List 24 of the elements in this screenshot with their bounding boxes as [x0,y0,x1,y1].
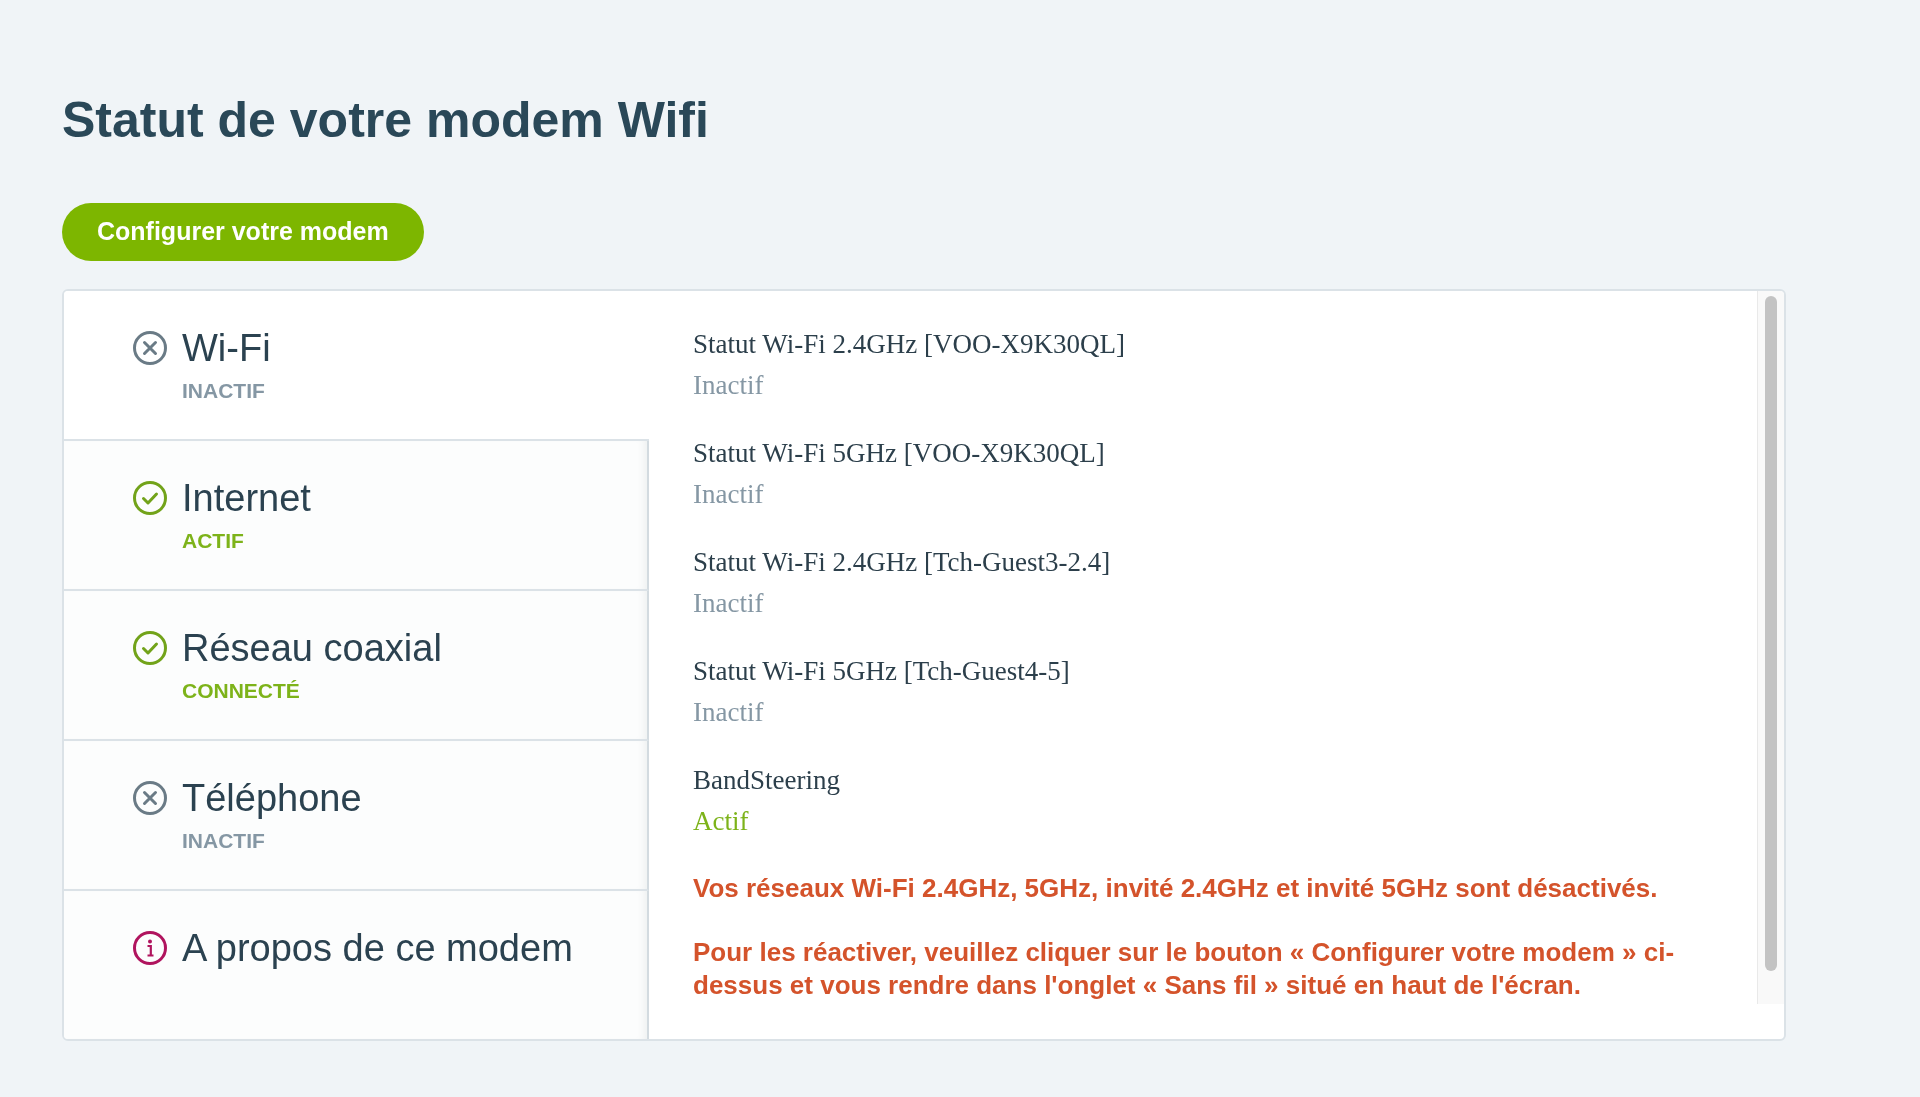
scrollbar[interactable] [1757,291,1784,1004]
check-circle-icon [133,481,167,515]
status-tab[interactable]: Réseau coaxial CONNECTÉ [64,591,649,741]
status-tab[interactable]: A propos de ce modem [64,891,649,1039]
detail-value: Inactif [693,587,764,620]
detail-value: Inactif [693,696,764,729]
warning-text: Pour les réactiver, veuillez cliquer sur le bouton « Configurer votre modem » ci-dessus et vous rendre dans l'onglet « Sans fil » situé en haut de l'écran. [693,936,1676,1002]
x-circle-icon [133,781,167,815]
detail-value: Inactif [693,369,764,402]
warning-text: Vos réseaux Wi-Fi 2.4GHz, 5GHz, invité 2.4GHz et invité 5GHz sont désactivés. [693,872,1659,905]
detail-label: BandSteering [693,764,840,797]
status-tab[interactable]: Wi-Fi INACTIF [64,291,649,441]
detail-value: Inactif [693,478,764,511]
status-tab[interactable]: Internet ACTIF [64,441,649,591]
detail-label: Statut Wi-Fi 5GHz [Tch-Guest4-5] [693,655,1070,688]
check-circle-icon [133,631,167,665]
x-circle-icon [133,331,167,365]
detail-value: Actif [693,805,749,838]
detail-label: Statut Wi-Fi 2.4GHz [Tch-Guest3-2.4] [693,546,1111,579]
page-title: Statut de votre modem Wifi [62,91,709,150]
status-tab[interactable]: Téléphone INACTIF [64,741,649,891]
detail-label: Statut Wi-Fi 2.4GHz [VOO-X9K30QL] [693,328,1125,361]
info-icon [133,931,167,965]
detail-label: Statut Wi-Fi 5GHz [VOO-X9K30QL] [693,437,1105,470]
